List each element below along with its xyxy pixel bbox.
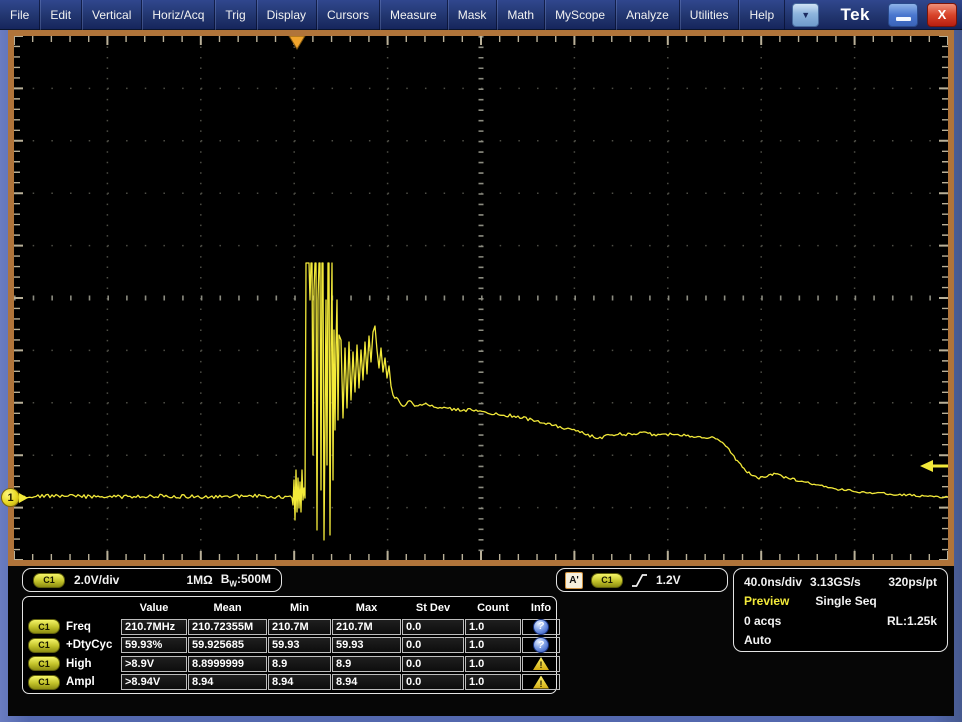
menu-analyze[interactable]: Analyze [616, 0, 680, 30]
waveform-display [8, 30, 954, 566]
meas-min: 59.93 [268, 637, 331, 653]
warning-icon: ! [533, 676, 549, 689]
menu-trig[interactable]: Trig [215, 0, 256, 30]
meas-value: >8.94V [121, 674, 187, 690]
meas-stdev: 0.0 [402, 656, 464, 672]
graticule-and-trace [14, 36, 948, 560]
channel-scale-readout[interactable]: C1 2.0V/div 1MΩ BW:500M [22, 568, 282, 592]
col-header-max: Max [332, 600, 401, 616]
meas-max: 59.93 [332, 637, 401, 653]
col-header-value: Value [121, 600, 187, 616]
chevron-down-icon: ▼ [801, 10, 810, 20]
trigger-readout[interactable]: A' C1 1.2V [556, 568, 728, 592]
meas-value: 59.93% [121, 637, 187, 653]
meas-row-label: C1 Ampl [28, 674, 120, 690]
acquisition-mode: Single Seq [815, 594, 876, 608]
timebase: 40.0ns/div [744, 575, 802, 589]
toolbar-dropdown-button[interactable]: ▼ [792, 3, 819, 27]
meas-row-label: C1 Freq [28, 619, 120, 635]
channel-badge-c1: C1 [33, 573, 65, 588]
channel-badge-c1: C1 [28, 638, 60, 653]
close-icon: X [938, 7, 947, 22]
tek-logo: Tek [840, 5, 870, 25]
meas-count: 1.0 [465, 619, 521, 635]
meas-info-cell[interactable]: ? [522, 619, 560, 635]
channel1-badge: 1 [1, 488, 20, 507]
menu-vertical[interactable]: Vertical [82, 0, 142, 30]
volts-per-div: 2.0V/div [74, 573, 119, 587]
title-bar: File Edit Vertical Horiz/Acq Trig Displa… [0, 0, 962, 30]
meas-mean: 210.72355M [188, 619, 267, 635]
col-header-info: Info [522, 600, 560, 616]
meas-max: 8.9 [332, 656, 401, 672]
close-button[interactable]: X [927, 3, 957, 27]
meas-info-cell[interactable]: ! [522, 674, 560, 690]
resolution: 320ps/pt [888, 575, 937, 589]
menu-mask[interactable]: Mask [448, 0, 498, 30]
meas-count: 1.0 [465, 656, 521, 672]
col-header-stdev: St Dev [402, 600, 464, 616]
menu-file[interactable]: File [0, 0, 40, 30]
horizontal-readout[interactable]: 40.0ns/div 3.13GS/s 320ps/pt Preview Sin… [733, 568, 948, 652]
trigger-source-badge: A' [565, 572, 583, 589]
channel1-arrow-icon [19, 493, 28, 503]
minimize-icon [896, 17, 911, 21]
meas-max: 8.94 [332, 674, 401, 690]
preview-status: Preview [744, 594, 789, 608]
meas-stdev: 0.0 [402, 674, 464, 690]
meas-stdev: 0.0 [402, 637, 464, 653]
meas-value: >8.9V [121, 656, 187, 672]
menu-myscope[interactable]: MyScope [545, 0, 616, 30]
record-length: RL:1.25k [887, 614, 937, 628]
meas-value: 210.7MHz [121, 619, 187, 635]
trigger-channel-badge: C1 [591, 573, 623, 588]
meas-info-cell[interactable]: ? [522, 637, 560, 653]
meas-min: 210.7M [268, 619, 331, 635]
question-icon: ? [533, 619, 549, 635]
minimize-button[interactable] [888, 3, 918, 27]
scope-screen: 1 C1 2.0V/div 1MΩ BW:500M A' C1 1.2V 40.… [0, 30, 962, 722]
menu-horiz-acq[interactable]: Horiz/Acq [142, 0, 215, 30]
channel1-position-marker[interactable]: 1 [1, 488, 33, 507]
channel-badge-c1: C1 [28, 656, 60, 671]
bandwidth-limit: BW:500M [221, 572, 271, 588]
question-icon: ? [533, 637, 549, 653]
col-header-min: Min [268, 600, 331, 616]
menu-cursors[interactable]: Cursors [317, 0, 380, 30]
meas-min: 8.94 [268, 674, 331, 690]
sample-rate: 3.13GS/s [810, 575, 861, 589]
col-header-count: Count [465, 600, 521, 616]
meas-info-cell[interactable]: ! [522, 656, 560, 672]
rising-edge-icon [631, 572, 648, 589]
trigger-level: 1.2V [656, 573, 681, 587]
meas-count: 1.0 [465, 674, 521, 690]
channel-badge-c1: C1 [28, 675, 60, 690]
menu-display[interactable]: Display [257, 0, 317, 30]
meas-mean: 8.94 [188, 674, 267, 690]
header-spacer [28, 600, 120, 616]
meas-mean: 59.925685 [188, 637, 267, 653]
trigger-mode: Auto [744, 633, 771, 647]
meas-count: 1.0 [465, 637, 521, 653]
col-header-mean: Mean [188, 600, 267, 616]
acquisition-count: 0 acqs [744, 614, 781, 628]
menu-math[interactable]: Math [497, 0, 545, 30]
meas-min: 8.9 [268, 656, 331, 672]
meas-row-label: C1 +DtyCyc [28, 637, 120, 653]
menu-measure[interactable]: Measure [380, 0, 448, 30]
channel-badge-c1: C1 [28, 619, 60, 634]
measurement-table: Value Mean Min Max St Dev Count Info C1 … [22, 596, 557, 694]
readout-panel: C1 2.0V/div 1MΩ BW:500M A' C1 1.2V 40.0n… [8, 566, 954, 716]
warning-icon: ! [533, 657, 549, 670]
menu-utilities[interactable]: Utilities [680, 0, 740, 30]
menu-edit[interactable]: Edit [40, 0, 82, 30]
meas-row-label: C1 High [28, 656, 120, 672]
meas-mean: 8.8999999 [188, 656, 267, 672]
meas-stdev: 0.0 [402, 619, 464, 635]
meas-max: 210.7M [332, 619, 401, 635]
input-impedance: 1MΩ [186, 573, 212, 587]
menu-help[interactable]: Help [739, 0, 785, 30]
